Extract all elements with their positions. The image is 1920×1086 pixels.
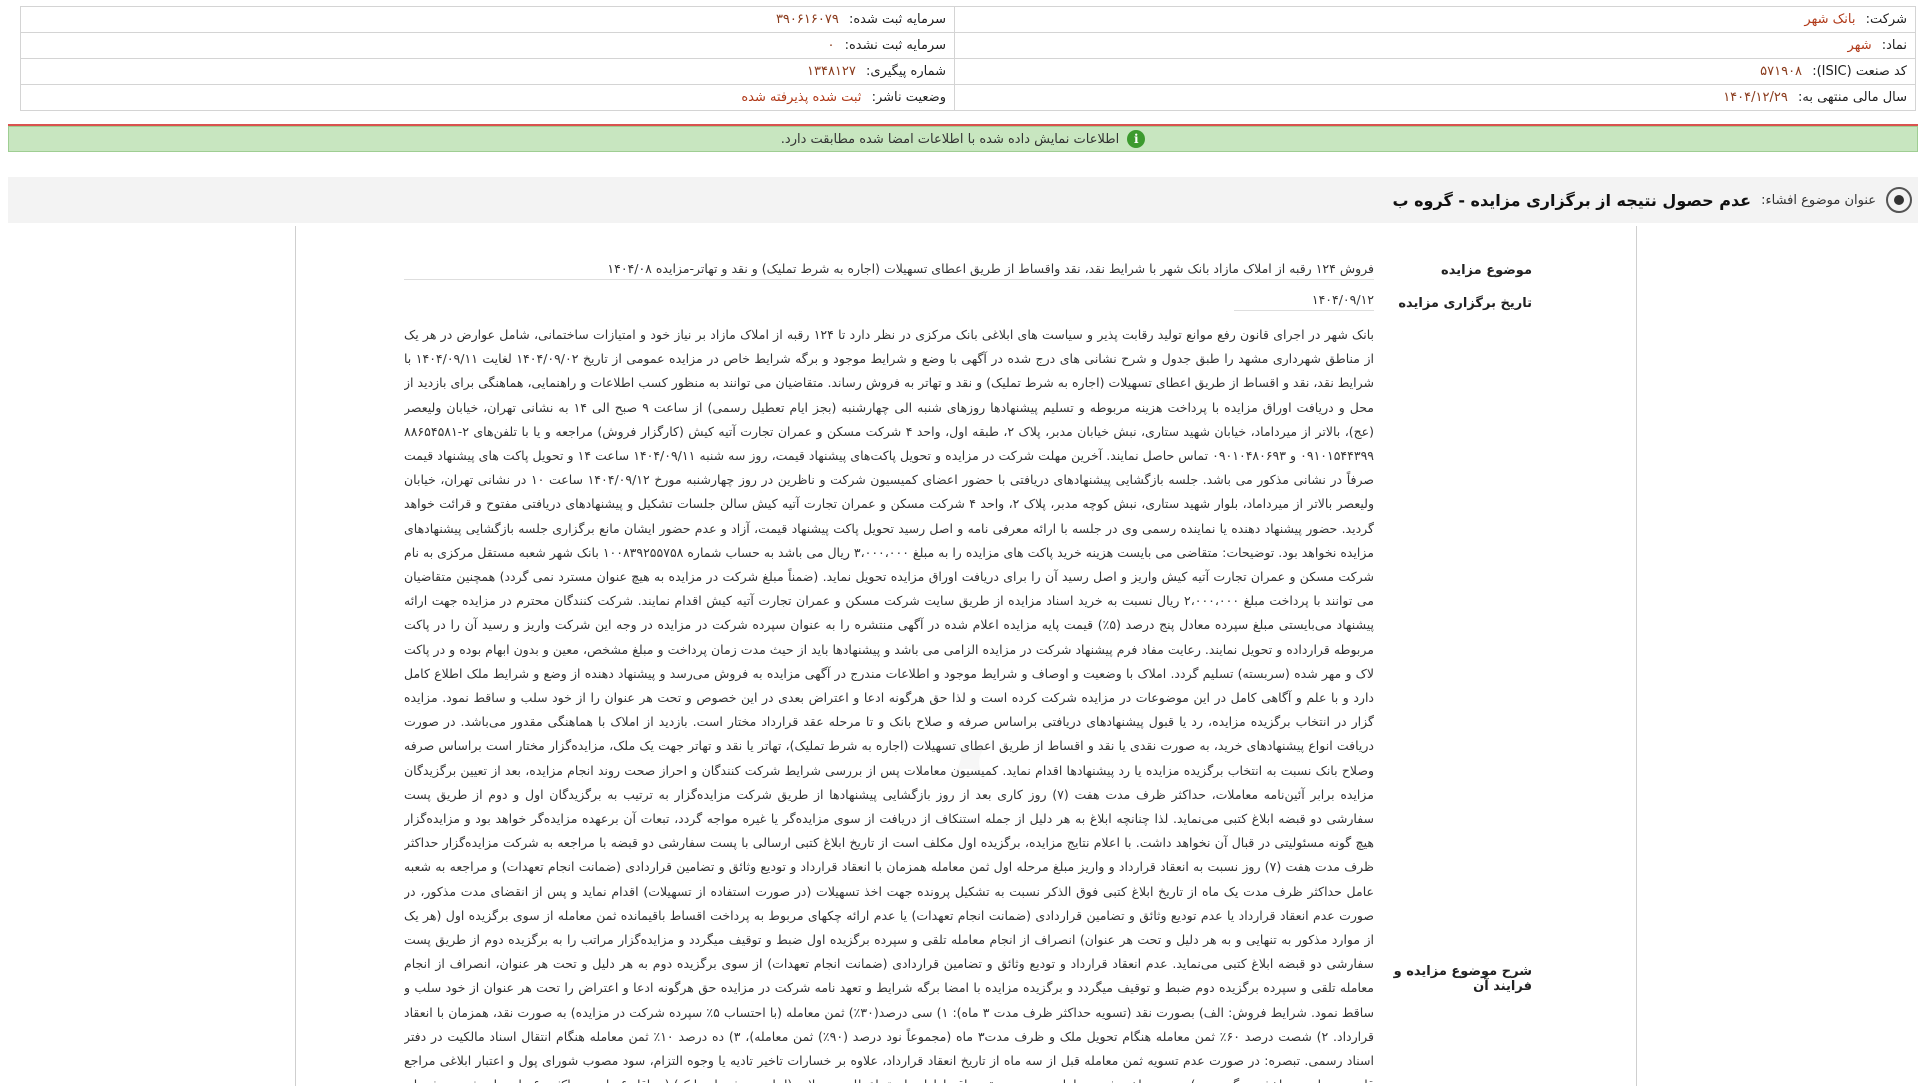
isic-label: کد صنعت (ISIC): [1812, 64, 1907, 79]
auction-date-value: ۱۴۰۴/۰۹/۱۲ [1234, 292, 1374, 311]
content-panel: ✦ موضوع مزایده فروش ۱۲۴ رقبه از املاک ما… [295, 226, 1637, 1086]
target-icon [1886, 187, 1912, 213]
symbol-value: شهر [1847, 38, 1872, 53]
unregistered-capital-value: ۰ [827, 38, 835, 53]
unregistered-capital-label: سرمایه ثبت نشده: [844, 38, 946, 53]
fiscal-cell: سال مالی منتهی به: ۱۴۰۴/۱۲/۲۹ [954, 84, 1916, 111]
notice-text: اطلاعات نمایش داده شده با اطلاعات امضا ش… [780, 131, 1120, 147]
company-info-table: شرکت: بانک شهر سرمایه ثبت شده: ۳۹۰۶۱۶۰۷۹… [20, 6, 1916, 111]
info-icon: i [1127, 130, 1146, 148]
symbol-label: نماد: [1881, 38, 1907, 53]
publisher-status-label: وضعیت ناشر: [871, 90, 946, 105]
registered-capital-cell: سرمایه ثبت شده: ۳۹۰۶۱۶۰۷۹ [20, 6, 955, 33]
company-label: شرکت: [1865, 12, 1907, 27]
fiscal-value: ۱۴۰۴/۱۲/۲۹ [1723, 90, 1788, 105]
isic-cell: کد صنعت (ISIC): ۵۷۱۹۰۸ [954, 58, 1916, 85]
company-cell: شرکت: بانک شهر [954, 6, 1916, 33]
symbol-cell: نماد: شهر [954, 32, 1916, 59]
tracking-value: ۱۳۴۸۱۲۷ [807, 64, 856, 79]
company-value: بانک شهر [1804, 12, 1856, 27]
isic-value: ۵۷۱۹۰۸ [1760, 64, 1803, 79]
tracking-cell: شماره پیگیری: ۱۳۴۸۱۲۷ [20, 58, 955, 85]
unregistered-capital-cell: سرمایه ثبت نشده: ۰ [20, 32, 955, 59]
auction-subject-label: موضوع مزایده [1441, 263, 1532, 278]
fiscal-label: سال مالی منتهی به: [1797, 90, 1907, 105]
auction-date-label: تاریخ برگزاری مزایده [1398, 296, 1532, 311]
subject-title: عدم حصول نتیجه از برگزاری مزایده - گروه … [1392, 190, 1752, 210]
verification-notice: i اطلاعات نمایش داده شده با اطلاعات امضا… [8, 126, 1918, 152]
subject-bar: عنوان موضوع افشاء: عدم حصول نتیجه از برگ… [8, 177, 1918, 223]
auction-subject-value: فروش ۱۲۴ رقبه از املاک مازاد بانک شهر با… [404, 261, 1374, 280]
description-value: بانک شهر در اجرای قانون رفع موانع تولید … [404, 327, 1374, 1083]
tracking-label: شماره پیگیری: [866, 64, 946, 79]
publisher-status-value: ثبت شده پذیرفته شده [741, 90, 862, 105]
subject-label: عنوان موضوع افشاء: [1761, 192, 1876, 208]
registered-capital-label: سرمایه ثبت شده: [848, 12, 946, 27]
description-label: شرح موضوع مزایده و فرایند آن [1393, 964, 1532, 994]
publisher-status-cell: وضعیت ناشر: ثبت شده پذیرفته شده [20, 84, 955, 111]
registered-capital-value: ۳۹۰۶۱۶۰۷۹ [775, 12, 839, 27]
